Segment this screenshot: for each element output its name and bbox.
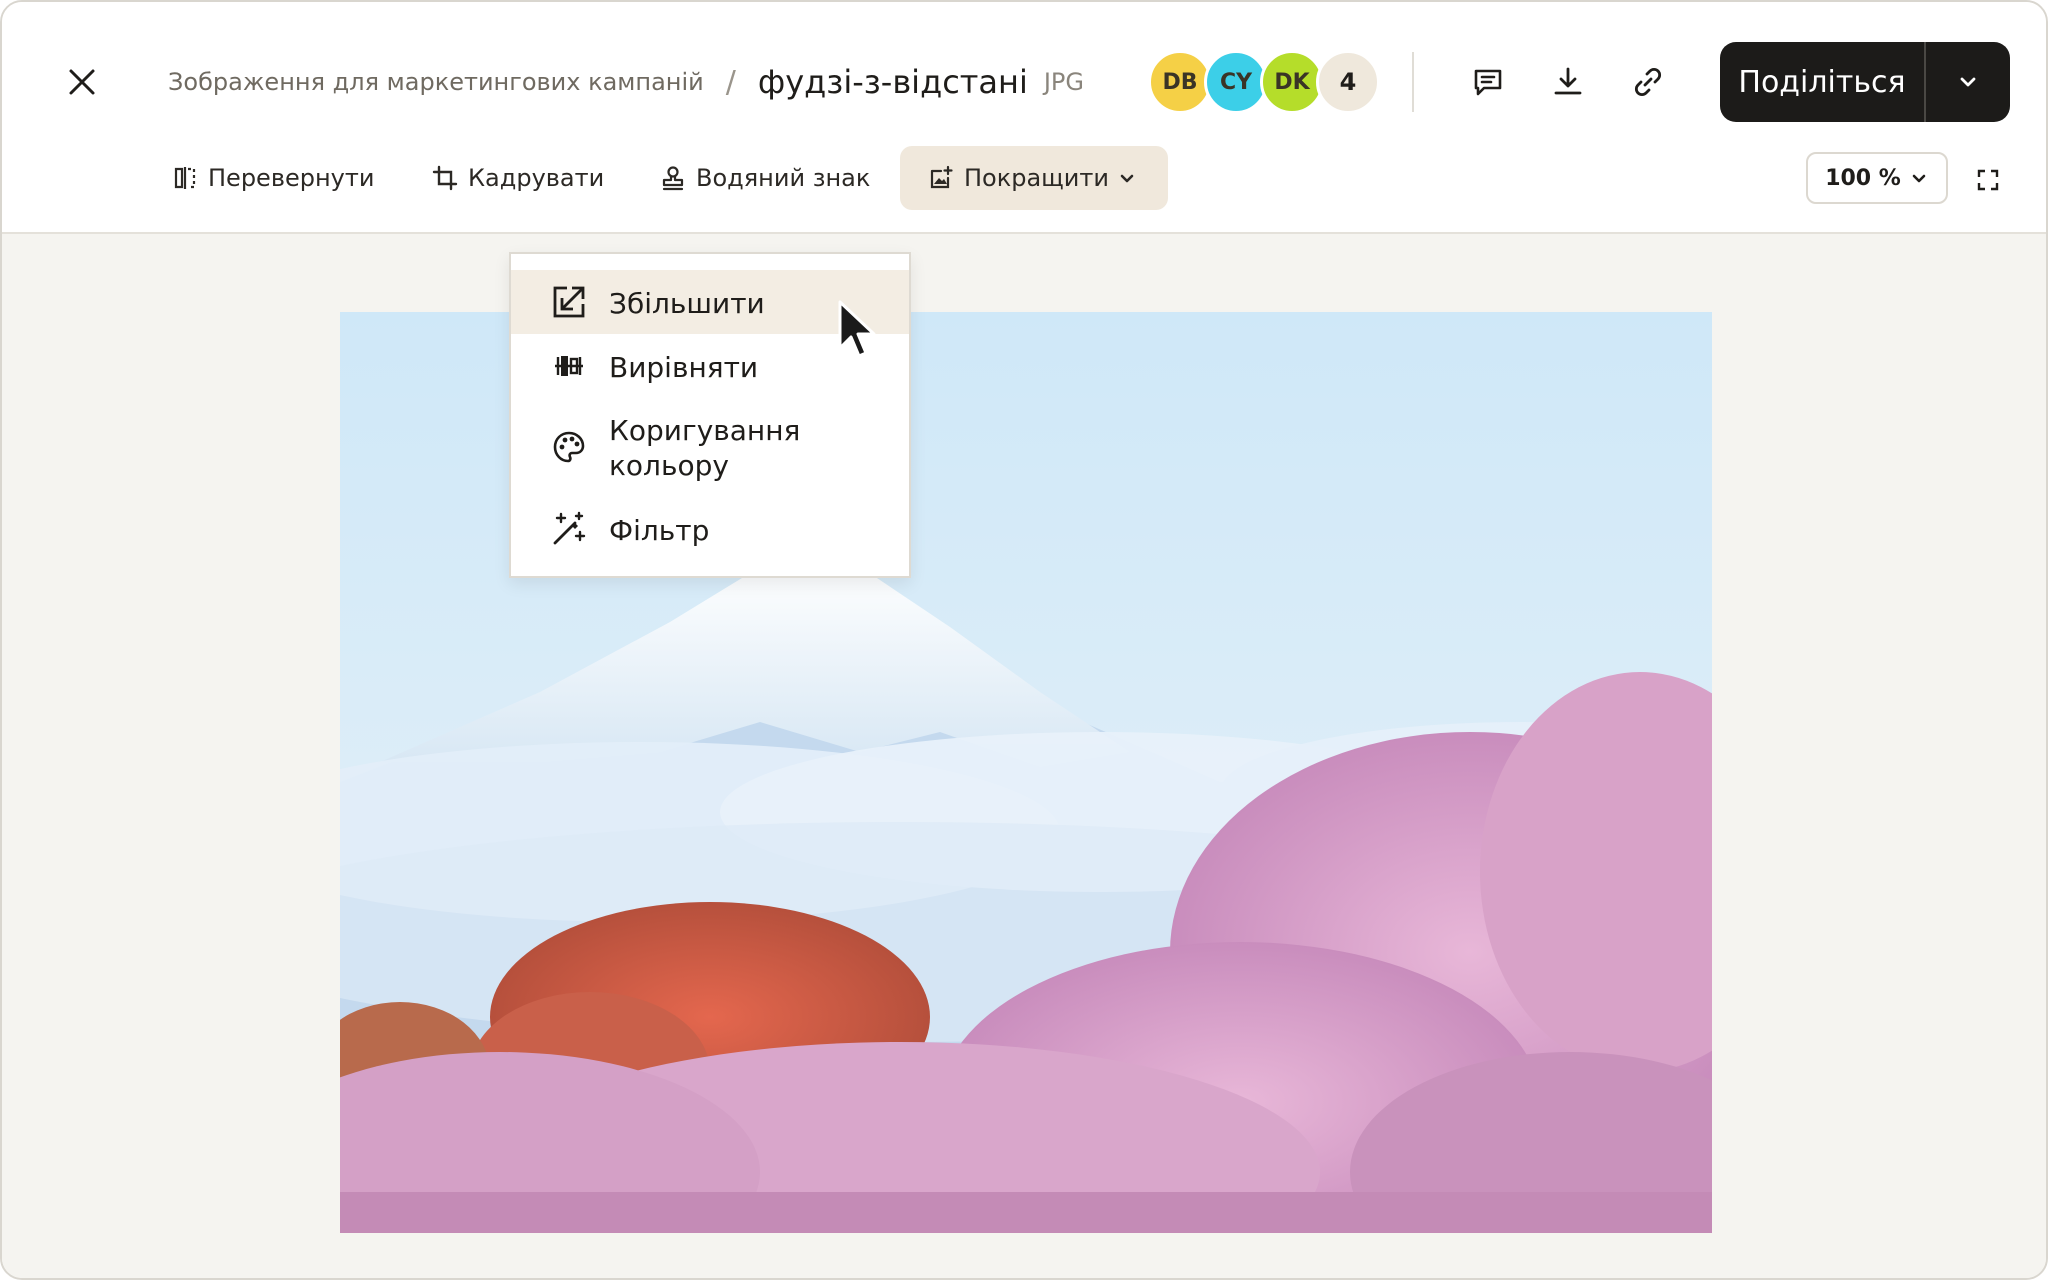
flip-icon: [174, 167, 196, 189]
breadcrumb-separator: /: [725, 64, 736, 100]
enhance-image-icon: [930, 165, 953, 189]
divider: [1412, 52, 1414, 112]
mouse-cursor-icon: [838, 300, 876, 358]
menu-item-label: Вирівняти: [609, 350, 759, 384]
menu-item-color-correction[interactable]: Коригування кольору: [511, 398, 909, 496]
watermark-tool-label: Водяний знак: [696, 164, 871, 192]
fullscreen-icon: [1977, 169, 1999, 191]
breadcrumb-parent-link[interactable]: Зображення для маркетингових кампаній: [168, 68, 704, 96]
avatar[interactable]: DB: [1148, 50, 1212, 114]
chevron-down-icon: [1960, 77, 1976, 87]
share-button[interactable]: Поділіться: [1720, 42, 1926, 122]
chevron-down-icon: [1912, 174, 1926, 183]
breadcrumb: Зображення для маркетингових кампаній / …: [168, 54, 1084, 110]
more-collaborators-count[interactable]: 4: [1316, 50, 1380, 114]
enhance-tool[interactable]: Покращити: [900, 146, 1168, 210]
flip-tool[interactable]: Перевернути: [172, 146, 374, 210]
menu-item-label: Фільтр: [609, 513, 710, 547]
file-type-badge: JPG: [1043, 68, 1084, 96]
magic-wand-icon: [549, 509, 589, 549]
share-button-group: Поділіться: [1720, 42, 2010, 122]
avatar[interactable]: DK: [1260, 50, 1324, 114]
crop-tool-label: Кадрувати: [468, 164, 605, 192]
image-editor-window: Зображення для маркетингових кампаній / …: [0, 0, 2048, 1280]
link-icon: [1634, 67, 1662, 97]
crop-icon: [432, 165, 458, 191]
chevron-down-icon: [1120, 174, 1134, 183]
crop-tool[interactable]: Кадрувати: [432, 146, 604, 210]
fullscreen-button[interactable]: [1968, 160, 2008, 200]
upscale-icon: [549, 282, 589, 322]
flip-tool-label: Перевернути: [208, 164, 375, 192]
align-icon: [549, 346, 589, 386]
avatar[interactable]: CY: [1204, 50, 1268, 114]
top-bar: Зображення для маркетингових кампаній / …: [2, 2, 2046, 234]
close-button[interactable]: [54, 54, 110, 110]
enhance-tool-label: Покращити: [964, 164, 1109, 192]
copy-link-button[interactable]: [1620, 54, 1676, 110]
collaborator-avatars[interactable]: DB CY DK 4: [1148, 50, 1380, 114]
watermark-tool[interactable]: Водяний знак: [660, 146, 870, 210]
zoom-level: 100 %: [1825, 165, 1901, 191]
file-name: фудзі-з-відстані: [757, 63, 1028, 101]
palette-icon: [549, 427, 589, 467]
menu-item-label: Збільшити: [609, 286, 765, 320]
stamp-icon: [662, 166, 684, 191]
menu-item-label: Коригування кольору: [609, 414, 801, 482]
menu-item-filter[interactable]: Фільтр: [511, 496, 909, 562]
close-icon: [69, 69, 95, 95]
share-options-button[interactable]: [1926, 42, 2010, 122]
image-canvas: [2, 234, 2046, 1278]
comment-icon: [1474, 69, 1502, 96]
download-button[interactable]: [1540, 54, 1596, 110]
zoom-select[interactable]: 100 %: [1806, 152, 1948, 204]
download-icon: [1554, 67, 1582, 95]
comment-button[interactable]: [1460, 54, 1516, 110]
